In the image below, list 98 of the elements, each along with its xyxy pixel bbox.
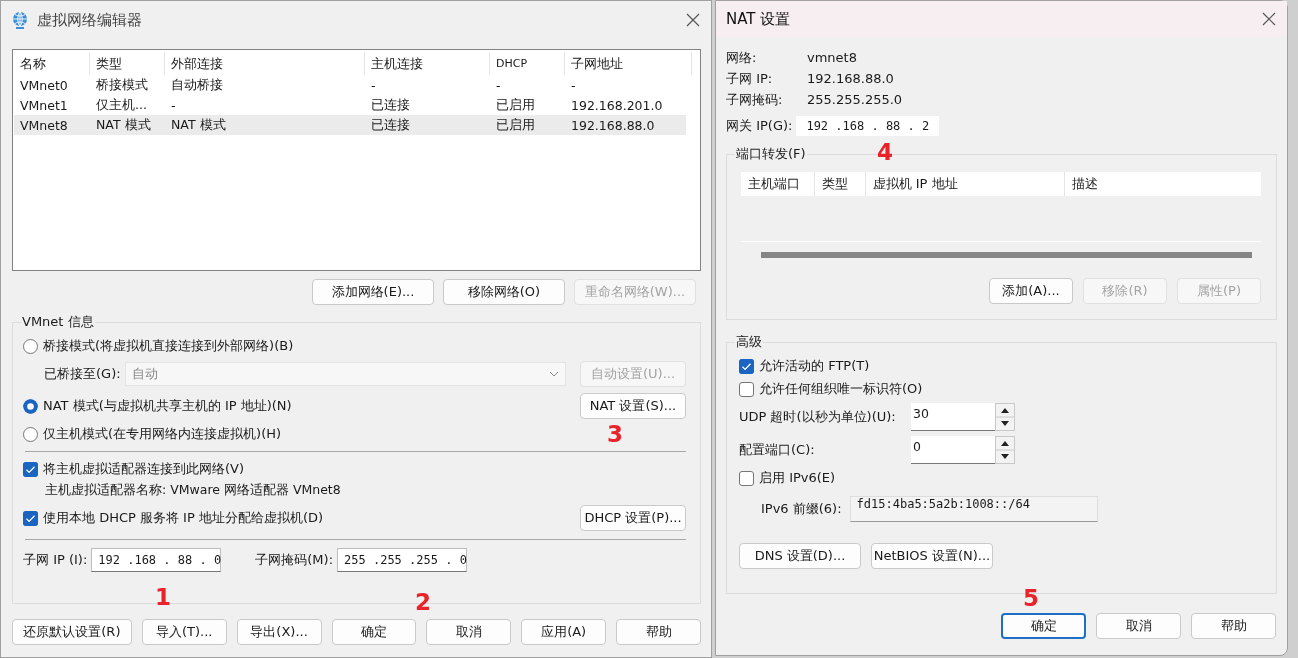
- close-icon[interactable]: [685, 12, 701, 28]
- radio-label[interactable]: NAT 模式(与虚拟机共享主机的 IP 地址)(N): [43, 397, 292, 415]
- scrollbar[interactable]: [761, 252, 1252, 258]
- table-row[interactable]: VMnet1 仅主机... - 已连接 已启用 192.168.201.0: [14, 95, 686, 115]
- field-label: IPv6 前缀(6):: [761, 500, 842, 518]
- info-label: 子网掩码:: [726, 90, 784, 109]
- field-label: 已桥接至(G):: [44, 365, 121, 383]
- table-cell-text: 已连接: [370, 116, 411, 134]
- radio-label[interactable]: 桥接模式(将虚拟机直接连接到外部网络)(B): [43, 337, 294, 355]
- checkbox-label[interactable]: 将主机虚拟适配器连接到此网络(V): [43, 460, 245, 478]
- checkbox-label[interactable]: 允许任何组织唯一标识符(O): [759, 380, 923, 398]
- column-header[interactable]: 描述: [1064, 172, 1261, 196]
- radio-button[interactable]: [23, 338, 38, 354]
- button[interactable]: 帮助: [1191, 613, 1276, 639]
- window-title: 虚拟网络编辑器: [37, 10, 143, 30]
- chevron-icon: [549, 371, 559, 377]
- column-header[interactable]: 子网地址: [565, 52, 692, 75]
- group-title: 端口转发(F): [735, 146, 807, 162]
- annotation-number: 1: [155, 584, 171, 610]
- info-label: 子网 IP:: [726, 69, 774, 88]
- field-label: 配置端口(C):: [739, 441, 816, 459]
- column-header[interactable]: 类型: [90, 52, 165, 75]
- column-header[interactable]: 外部连接: [165, 52, 365, 75]
- checkbox[interactable]: [739, 358, 754, 374]
- radio-label[interactable]: 仅主机模式(在专用网络内连接虚拟机)(H): [43, 425, 282, 443]
- checkbox[interactable]: [739, 470, 754, 486]
- checkbox[interactable]: [23, 510, 38, 526]
- group-title: 高级: [735, 334, 763, 350]
- radio-button[interactable]: [23, 426, 38, 442]
- info-label: 网络:: [726, 48, 758, 67]
- table-cell-text: VMnet0: [19, 77, 69, 93]
- input-field[interactable]: 255 .255 .255 . 0: [337, 548, 468, 572]
- table-cell-text: 192.168.88.0: [570, 117, 656, 133]
- table-cell-text: 192.168.201.0: [570, 97, 664, 113]
- annotation-number: 3: [607, 421, 623, 447]
- button[interactable]: 帮助: [616, 619, 701, 645]
- button[interactable]: 应用(A): [521, 619, 607, 645]
- field-label: 网关 IP(G):: [726, 117, 793, 135]
- input-field[interactable]: 192 .168 . 88 . 2: [796, 116, 940, 136]
- globe-icon: [11, 11, 29, 29]
- button[interactable]: 确定: [331, 619, 417, 645]
- adapter-name-text: 主机虚拟适配器名称: VMware 网络适配器 VMnet8: [45, 482, 342, 499]
- button[interactable]: 导入(T)...: [141, 619, 227, 645]
- group-title: VMnet 信息: [21, 314, 95, 330]
- button[interactable]: NAT 设置(S)...: [580, 393, 686, 419]
- close-icon[interactable]: [1261, 11, 1277, 27]
- column-header[interactable]: 类型: [814, 172, 866, 196]
- checkbox-label[interactable]: 使用本地 DHCP 服务将 IP 地址分配给虚拟机(D): [43, 509, 324, 527]
- column-header[interactable]: 虚拟机 IP 地址: [865, 172, 1065, 196]
- radio-button[interactable]: [23, 398, 38, 414]
- button[interactable]: 确定: [1001, 613, 1086, 639]
- table-cell-text: 桥接模式: [95, 76, 149, 94]
- checkbox-label[interactable]: 启用 IPv6(E): [759, 469, 836, 487]
- button[interactable]: 添加网络(E)...: [312, 279, 434, 305]
- info-value: 255.255.255.0: [807, 92, 903, 107]
- column-header[interactable]: DHCP: [490, 52, 565, 75]
- column-header[interactable]: 主机连接: [365, 52, 490, 75]
- table-cell-text: 已启用: [495, 96, 536, 114]
- table-cell-text: -: [170, 97, 177, 113]
- table-cell-text: 已连接: [370, 96, 411, 114]
- table-cell-text: VMnet8: [19, 117, 69, 133]
- input-field[interactable]: 192 .168 . 88 . 0: [91, 548, 222, 572]
- button[interactable]: 取消: [1096, 613, 1181, 639]
- table-cell-text: NAT 模式: [95, 116, 152, 134]
- table-cell-text: NAT 模式: [170, 116, 227, 134]
- button[interactable]: 取消: [426, 619, 512, 645]
- annotation-number: 2: [415, 589, 431, 615]
- field-label: 子网掩码(M):: [255, 551, 334, 569]
- field-label: 子网 IP (I):: [23, 551, 88, 569]
- info-value: 192.168.88.0: [807, 71, 894, 86]
- table-row[interactable]: VMnet0 桥接模式 自动桥接 - - -: [14, 75, 686, 95]
- table-cell-text: VMnet1: [19, 97, 69, 113]
- button[interactable]: 添加(A)...: [989, 278, 1073, 304]
- table-cell-text: 自动桥接: [170, 76, 224, 94]
- button[interactable]: DHCP 设置(P)...: [580, 505, 686, 531]
- button[interactable]: DNS 设置(D)...: [739, 543, 861, 569]
- checkbox-label[interactable]: 允许活动的 FTP(T): [759, 357, 870, 375]
- button[interactable]: 移除网络(O): [443, 279, 565, 305]
- checkbox[interactable]: [739, 381, 754, 397]
- button[interactable]: NetBIOS 设置(N)...: [871, 543, 993, 569]
- checkbox[interactable]: [23, 461, 38, 477]
- table-cell-text: -: [370, 77, 377, 93]
- button[interactable]: 还原默认设置(R): [12, 619, 132, 645]
- annotation-number: 5: [1023, 585, 1039, 611]
- spin-arrows-icon[interactable]: [995, 403, 1015, 431]
- table-cell-text: 已启用: [495, 116, 536, 134]
- field-label: UDP 超时(以秒为单位)(U):: [739, 408, 897, 426]
- table-cell-text: -: [570, 77, 577, 93]
- table-row[interactable]: VMnet8 NAT 模式 NAT 模式 已连接 已启用 192.168.88.0: [14, 115, 686, 135]
- table-cell-text: -: [495, 77, 502, 93]
- annotation-number: 4: [877, 139, 893, 165]
- button[interactable]: 导出(X)...: [236, 619, 322, 645]
- info-value: vmnet8: [807, 50, 857, 65]
- column-header[interactable]: 名称: [14, 52, 90, 75]
- spin-arrows-icon[interactable]: [995, 436, 1015, 464]
- column-header[interactable]: 主机端口: [741, 172, 815, 196]
- window-title: NAT 设置: [726, 9, 792, 29]
- table-cell-text: 仅主机...: [95, 96, 148, 114]
